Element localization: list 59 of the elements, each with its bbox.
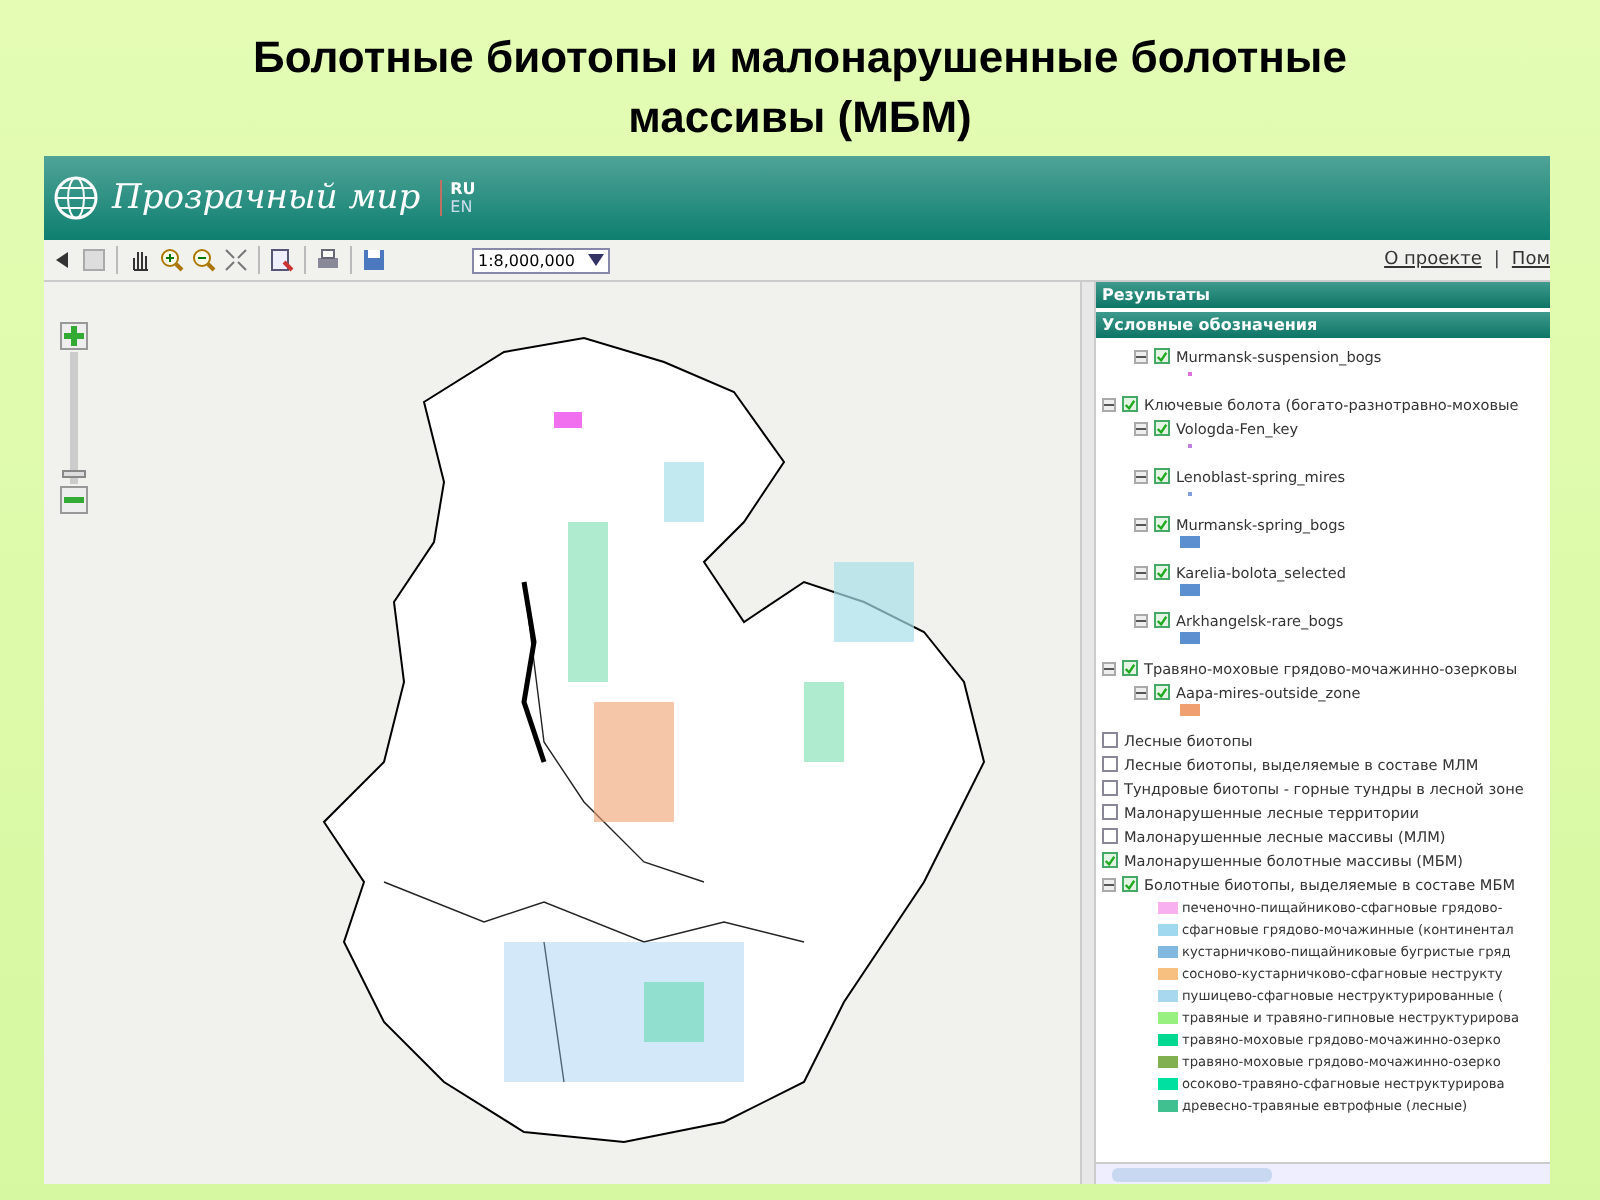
zoom-in-button[interactable]: [60, 322, 88, 350]
checkbox[interactable]: [1154, 420, 1170, 436]
collapse-icon[interactable]: [1134, 613, 1148, 627]
full-extent-icon[interactable]: [222, 246, 250, 274]
collapse-icon[interactable]: [1134, 421, 1148, 435]
check-icon: [1124, 397, 1136, 411]
slide-title: Болотные биотопы и малонарушенные болотные массивы (МБМ): [251, 30, 1349, 146]
checkbox[interactable]: [1154, 684, 1170, 700]
checkbox[interactable]: [1154, 564, 1170, 580]
checkbox[interactable]: [1154, 516, 1170, 532]
checkbox[interactable]: [1102, 780, 1118, 796]
slider-thumb[interactable]: [62, 469, 86, 478]
plus-icon: [64, 326, 84, 346]
collapse-icon[interactable]: [1134, 685, 1148, 699]
language-link[interactable]: EN: [450, 198, 476, 216]
scrollbar[interactable]: [1082, 282, 1096, 1184]
language-link[interactable]: RU: [450, 180, 476, 198]
check-icon: [1156, 685, 1168, 699]
checkbox[interactable]: [1154, 468, 1170, 484]
nav-link[interactable]: Пом: [1511, 250, 1550, 270]
nav-link[interactable]: О проекте: [1384, 250, 1482, 270]
check-icon: [1156, 613, 1168, 627]
checkbox[interactable]: [1154, 348, 1170, 364]
checkbox[interactable]: [1154, 612, 1170, 628]
horizontal-scrollbar[interactable]: [1096, 1162, 1550, 1184]
collapse-icon[interactable]: [1102, 877, 1116, 891]
checkbox[interactable]: [1122, 876, 1138, 892]
logo-text: Прозрачный мир: [112, 178, 421, 218]
check-icon: [1156, 565, 1168, 579]
identify-icon[interactable]: [268, 246, 296, 274]
zoom-out-icon[interactable]: [190, 246, 218, 274]
check-icon: [1124, 661, 1136, 675]
checkbox[interactable]: [1102, 756, 1118, 772]
collapse-icon[interactable]: [1134, 469, 1148, 483]
checkbox[interactable]: [1122, 396, 1138, 412]
globe-icon: [52, 174, 100, 222]
check-icon: [1156, 349, 1168, 363]
zoom-out-button[interactable]: [60, 486, 88, 514]
scale-dropdown[interactable]: 1:8,000,000: [472, 247, 609, 273]
checkbox[interactable]: [1102, 828, 1118, 844]
checkbox[interactable]: [1102, 804, 1118, 820]
check-icon: [1156, 469, 1168, 483]
collapse-icon[interactable]: [1134, 349, 1148, 363]
print-icon[interactable]: [314, 246, 342, 274]
checkbox[interactable]: [1102, 732, 1118, 748]
collapse-icon[interactable]: [1134, 565, 1148, 579]
collapse-icon[interactable]: [1102, 397, 1116, 411]
collapse-icon[interactable]: [1134, 517, 1148, 531]
check-icon: [1156, 517, 1168, 531]
zoom-in-icon[interactable]: [158, 246, 186, 274]
panel-header[interactable]: Условные обозначения: [1096, 312, 1550, 342]
caret-icon: [587, 254, 603, 266]
check-icon: [1156, 421, 1168, 435]
collapse-icon[interactable]: [1102, 661, 1116, 675]
checkbox[interactable]: [1102, 852, 1118, 868]
link-separator: |: [1493, 250, 1500, 270]
panel-header[interactable]: Результаты: [1096, 282, 1550, 312]
save-icon[interactable]: [360, 246, 388, 274]
checkbox[interactable]: [1122, 660, 1138, 676]
